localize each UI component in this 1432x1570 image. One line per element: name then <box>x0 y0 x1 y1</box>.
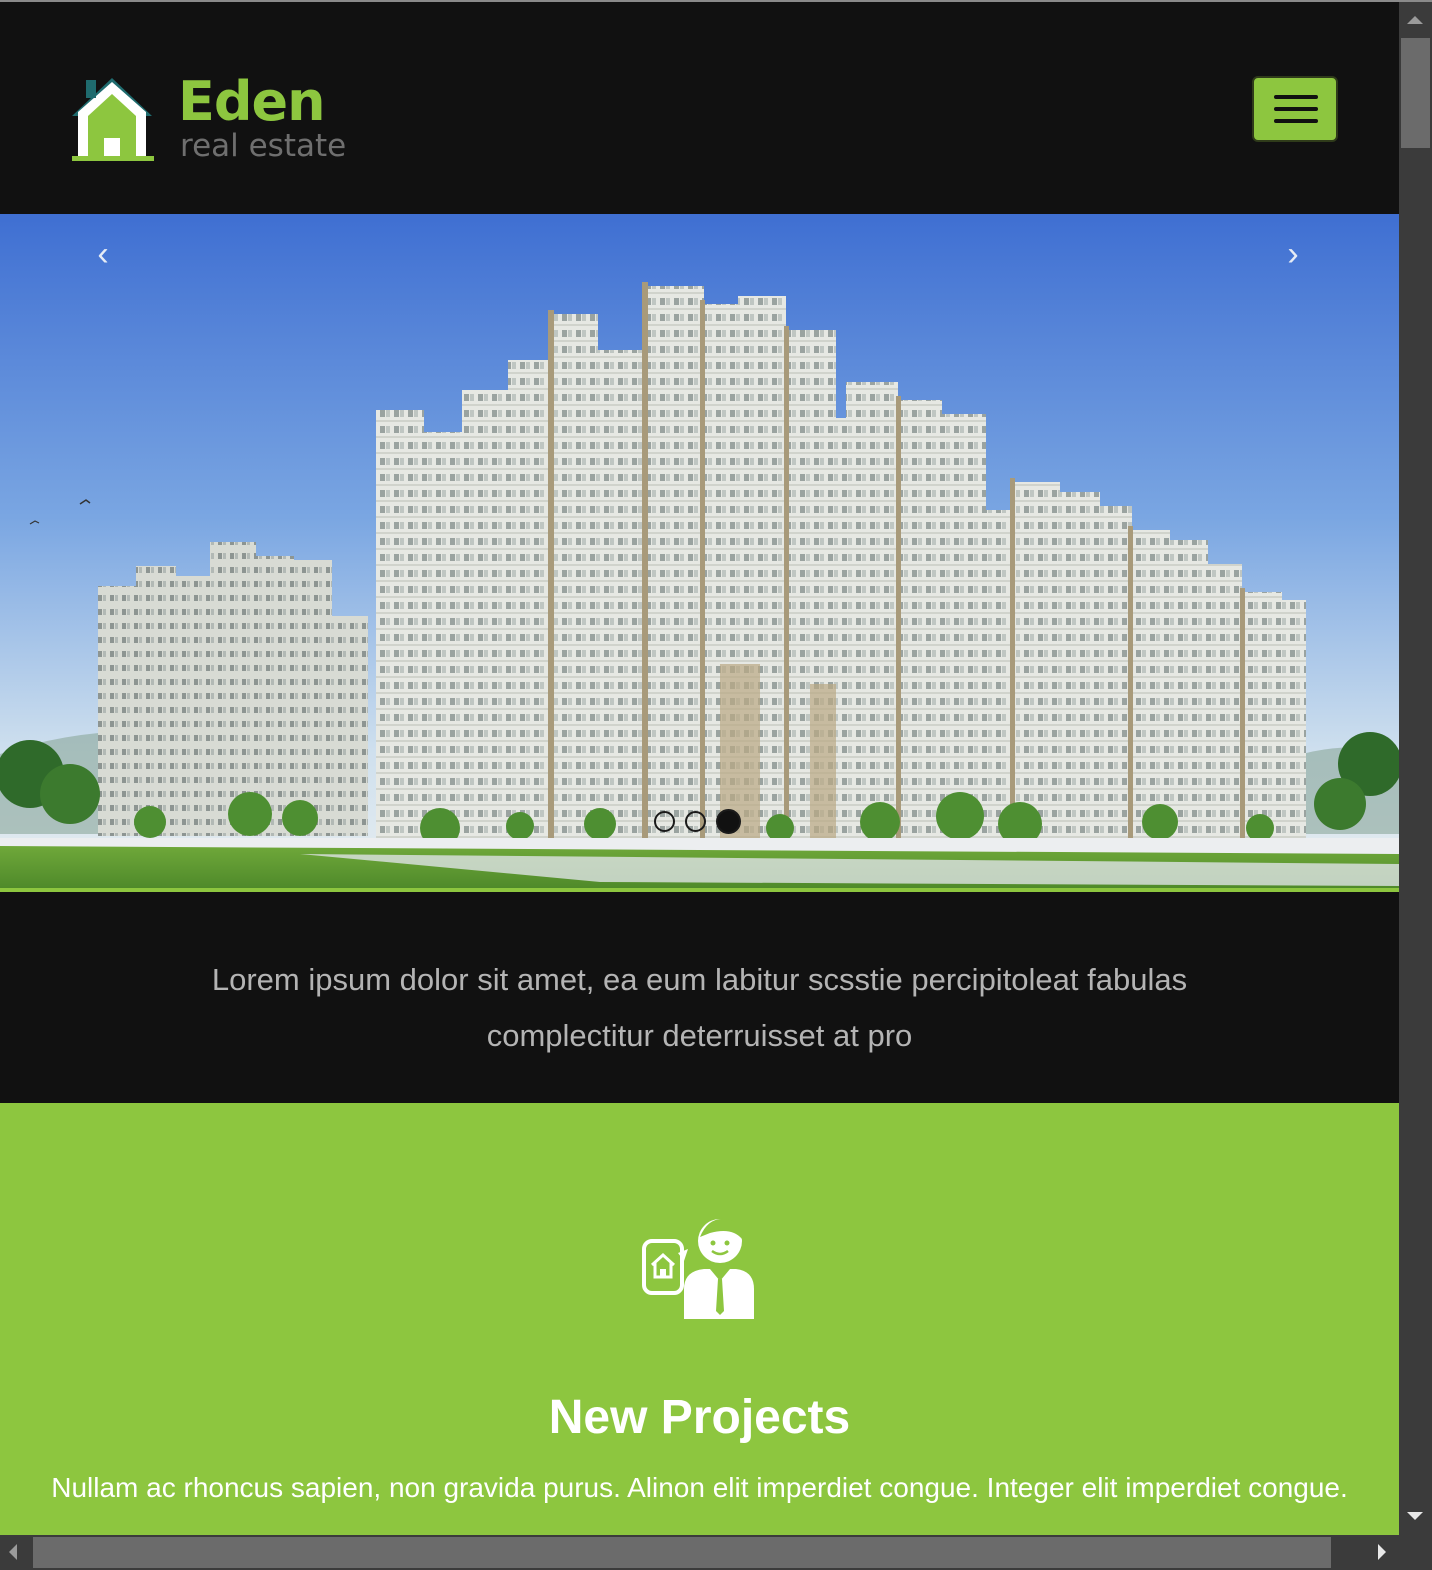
hero-slider[interactable]: ‹ › <box>0 214 1399 888</box>
hamburger-icon-bar <box>1274 119 1318 123</box>
house-logo-icon <box>72 78 154 161</box>
tagline-section: Lorem ipsum dolor sit amet, ea eum labit… <box>0 892 1399 1103</box>
agent-with-house-icon <box>642 1218 754 1319</box>
hamburger-icon-bar <box>1274 107 1318 111</box>
scroll-down-arrow-icon[interactable] <box>1407 1512 1423 1520</box>
horizontal-scrollbar[interactable] <box>0 1535 1399 1570</box>
logo-tagline: real estate <box>180 128 347 164</box>
scroll-left-arrow-icon[interactable] <box>9 1544 17 1560</box>
vertical-scroll-thumb[interactable] <box>1401 38 1430 148</box>
site-logo[interactable]: Eden real estate <box>68 72 368 167</box>
slider-dot-2[interactable] <box>685 810 706 832</box>
feature-section: New Projects Nullam ac rhoncus sapien, n… <box>0 1103 1399 1535</box>
slider-dot-1[interactable] <box>654 810 675 832</box>
slider-prev-button[interactable]: ‹ <box>88 234 118 274</box>
slider-next-button[interactable]: › <box>1278 234 1308 274</box>
site-header: Eden real estate <box>0 2 1399 214</box>
vertical-scrollbar[interactable] <box>1399 2 1432 1535</box>
scroll-up-arrow-icon[interactable] <box>1407 16 1423 24</box>
scrollbar-corner <box>1399 1535 1432 1570</box>
horizontal-scroll-thumb[interactable] <box>33 1537 1331 1568</box>
page-viewport: Eden real estate ‹ › Lorem ipsum dolor s… <box>0 2 1399 1535</box>
logo-name: Eden <box>178 70 326 133</box>
slider-pagination <box>654 808 741 834</box>
feature-title: New Projects <box>548 1391 851 1444</box>
feature-description: Nullam ac rhoncus sapien, non gravida pu… <box>51 1472 1348 1503</box>
hero-image-buildings <box>0 214 1399 888</box>
menu-toggle-button[interactable] <box>1252 76 1338 142</box>
tagline-text: Lorem ipsum dolor sit amet, ea eum labit… <box>211 962 1188 1053</box>
scroll-right-arrow-icon[interactable] <box>1378 1544 1386 1560</box>
hamburger-icon <box>1274 95 1318 99</box>
slider-dot-3-active[interactable] <box>716 808 741 834</box>
